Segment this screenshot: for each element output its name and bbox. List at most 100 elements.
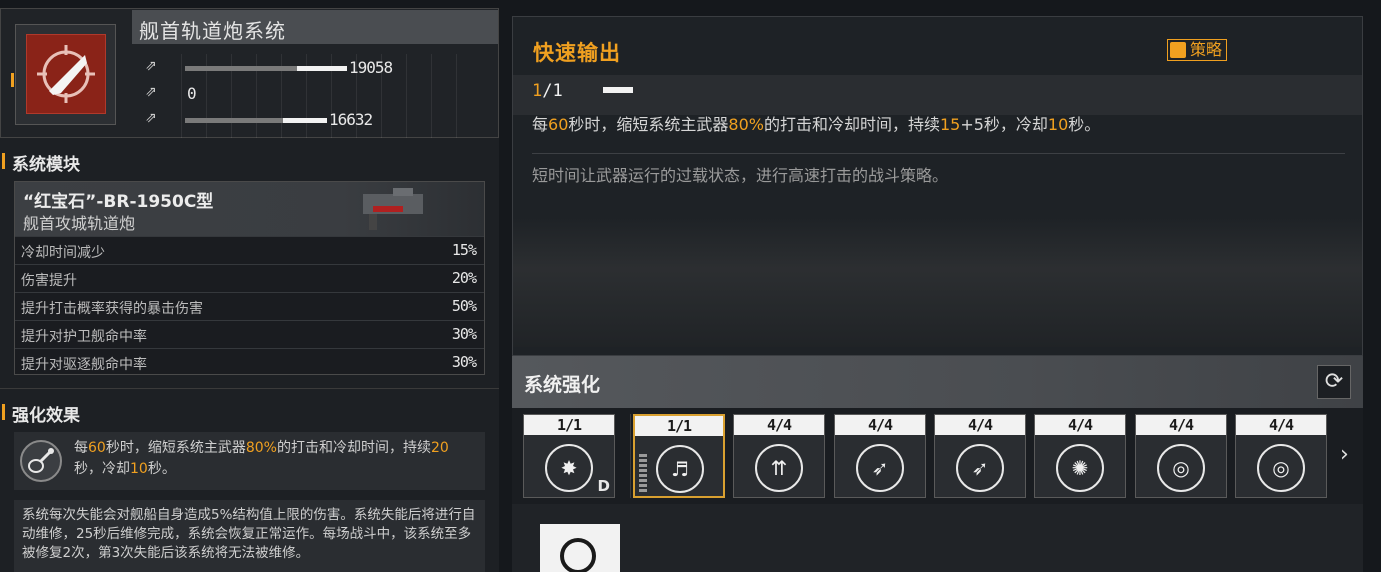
skill-text-part: 每 <box>532 115 549 134</box>
module-stat-label: 提升打击概率获得的暴击伤害 <box>21 301 203 317</box>
slot-count: 4/4 <box>835 415 925 435</box>
slot-count: 4/4 <box>1236 415 1326 435</box>
stat-bar-fill <box>283 118 327 123</box>
module-stat-label: 提升对护卫舰命中率 <box>21 329 147 345</box>
skill-highlight: 80% <box>728 115 764 134</box>
stat-row: ⇗ 0 <box>141 84 491 104</box>
guitar-enhance-icon <box>20 440 62 482</box>
effect-text-part: 秒。 <box>147 461 176 477</box>
weapon-title: 舰首轨道炮系统 <box>139 19 286 43</box>
slot-count: 4/4 <box>1035 415 1125 435</box>
module-stat-value: 20% <box>451 269 477 287</box>
effect-highlight: 60 <box>88 440 106 456</box>
weapon-stats: ⇗ 19058 ⇗ 0 ⇗ 16632 <box>141 54 491 138</box>
skill-highlight: 10 <box>1047 115 1069 134</box>
slot-count: 4/4 <box>935 415 1025 435</box>
skill-level: 1/1 <box>532 81 563 101</box>
radar-target-icon: ◎ <box>1157 444 1205 492</box>
skill-level-row: 1/1 <box>513 75 1362 115</box>
enhance-slot[interactable]: 4/4 ◎ <box>1135 414 1227 498</box>
weapon-icon-frame[interactable] <box>11 24 116 125</box>
siege-stat-icon: ⇗ <box>145 110 157 126</box>
slot-count: 4/4 <box>1136 415 1226 435</box>
module-stat-row: 伤害提升 20% <box>15 264 484 292</box>
module-stat-row: 提升对护卫舰命中率 30% <box>15 320 484 348</box>
skill-description: 每60秒时，缩短系统主武器80%的打击和冷却时间，持续15+5秒，冷却10秒。 <box>532 111 1100 135</box>
divider <box>0 388 499 389</box>
stat-bar <box>185 66 347 71</box>
module-stat-value: 50% <box>451 297 477 315</box>
attack-stat-icon: ⇗ <box>145 58 157 74</box>
effect-text-part: 秒时，缩短系统主武器 <box>105 440 246 456</box>
skill-highlight: 60 <box>548 115 569 134</box>
module-stat-value: 30% <box>451 325 477 343</box>
missile-up-icon: ➶ <box>956 444 1004 492</box>
enhance-slot[interactable]: 4/4 ◎ <box>1235 414 1327 498</box>
skill-highlight: 15 <box>939 115 961 134</box>
armor-stat-icon: ⇗ <box>145 84 157 100</box>
enhance-title: 系统强化 <box>524 374 601 396</box>
module-stat-value: 15% <box>451 241 477 259</box>
stat-row: ⇗ 19058 <box>141 58 491 78</box>
module-stat-label: 提升对驱逐舰命中率 <box>21 357 147 373</box>
selection-tick <box>11 73 14 87</box>
enhance-slot[interactable]: 4/4 ➶ <box>934 414 1026 498</box>
failure-note-text: 系统每次失能会对舰船自身造成5%结构值上限的伤害。系统失能后将进行自动维修，25… <box>22 507 476 561</box>
module-stat-label: 冷却时间减少 <box>21 245 105 261</box>
skill-detail-panel: 快速输出 策略 1/1 每60秒时，缩短系统主武器80%的打击和冷却时间，持续1… <box>512 16 1363 356</box>
effect-text-part: 秒，冷却 <box>74 461 130 477</box>
effect-highlight: 20 <box>430 440 449 456</box>
railgun-module-image <box>353 184 433 234</box>
refresh-icon[interactable]: ⟳ <box>1317 365 1351 399</box>
chevron-right-icon[interactable]: › <box>1340 442 1349 467</box>
enhance-slot[interactable]: 1/1 ✸ D <box>523 414 615 498</box>
module-stat-row: 提升对驱逐舰命中率 30% <box>15 348 484 376</box>
strategy-badge: 策略 <box>1167 39 1228 61</box>
guitar-enhance-icon: ♬ <box>656 445 704 493</box>
skill-level-bar <box>603 87 633 93</box>
skill-text-part: 秒时，缩短系统主武器 <box>568 115 729 134</box>
enhance-slot[interactable]: 4/4 ✺ <box>1034 414 1126 498</box>
module-card[interactable]: “红宝石”-BR-1950C型 舰首攻城轨道炮 冷却时间减少 15% 伤害提升 … <box>14 181 485 375</box>
crosshair-ring <box>560 538 596 572</box>
effect-text-part: 每 <box>74 440 88 456</box>
enhance-slot-selected[interactable]: 1/1 ♬ <box>633 414 725 498</box>
slot-divider <box>630 414 631 498</box>
skill-level-max: /1 <box>542 81 563 101</box>
triple-arrow-up-icon: ⇈ <box>755 444 803 492</box>
left-panel: 舰首轨道炮系统 ⇗ 19058 ⇗ 0 ⇗ 16632 系统模块 “红宝石”-B… <box>0 8 499 572</box>
module-header: “红宝石”-BR-1950C型 舰首攻城轨道炮 <box>15 182 484 236</box>
failure-note-card: 系统每次失能会对舰船自身造成5%结构值上限的伤害。系统失能后将进行自动维修，25… <box>14 500 485 572</box>
slot-level-meter <box>639 454 647 494</box>
stat-bar-fill <box>297 66 347 71</box>
slot-count: 1/1 <box>524 415 614 435</box>
module-name: “红宝石”-BR-1950C型 <box>23 192 214 212</box>
stat-value: 16632 <box>329 110 373 129</box>
effect-highlight: 80% <box>245 440 277 456</box>
effect-card: 每60秒时，缩短系统主武器80%的打击和冷却时间，持续20 秒，冷却10秒。 <box>14 432 485 490</box>
skill-text-part: +5秒，冷却 <box>960 115 1048 134</box>
radar-target-icon: ◎ <box>1257 444 1305 492</box>
background-art <box>513 217 1362 347</box>
effect-text-part: 的打击和冷却时间，持续 <box>276 440 431 456</box>
slot-count: 4/4 <box>734 415 824 435</box>
stat-value: 0 <box>187 84 197 103</box>
module-stat-row: 提升打击概率获得的暴击伤害 50% <box>15 292 484 320</box>
enhance-slot[interactable]: 4/4 ➶ <box>834 414 926 498</box>
effect-description: 每60秒时，缩短系统主武器80%的打击和冷却时间，持续20 秒，冷却10秒。 <box>74 438 474 480</box>
explosion-icon: ✸ <box>545 444 593 492</box>
skill-flavor-text: 短时间让武器运行的过载状态，进行高速打击的战斗策略。 <box>532 166 949 185</box>
enhance-slot-list: 1/1 ✸ D 1/1 ♬ 4/4 ⇈ 4/4 ➶ 4/4 ➶ 4/4 ✺ 4/… <box>512 408 1363 504</box>
missile-up-icon: ➶ <box>856 444 904 492</box>
skill-title: 快速输出 <box>533 41 621 65</box>
bottom-panel <box>512 504 1363 572</box>
effect-highlight: 10 <box>130 461 148 477</box>
enhance-slot[interactable]: 4/4 ⇈ <box>733 414 825 498</box>
crosshair-icon[interactable] <box>540 524 620 572</box>
skill-text-part: 的打击和冷却时间，持续 <box>763 115 940 134</box>
skill-level-current: 1 <box>532 81 543 101</box>
stat-value: 19058 <box>349 58 393 77</box>
module-subname: 舰首攻城轨道炮 <box>23 214 136 233</box>
stat-row: ⇗ 16632 <box>141 110 491 130</box>
module-stat-label: 伤害提升 <box>21 273 77 289</box>
